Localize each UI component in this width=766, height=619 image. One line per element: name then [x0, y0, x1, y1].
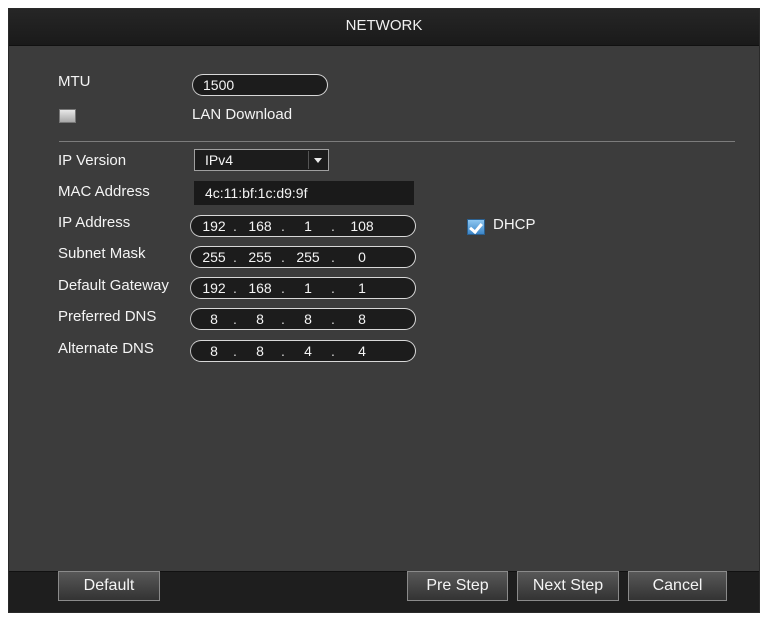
default-button[interactable]: Default	[58, 571, 160, 601]
subnet-mask-input[interactable]: 255 . 255 . 255 . 0	[190, 246, 416, 268]
lan-download-checkbox[interactable]	[59, 109, 76, 123]
default-gateway-octet-1[interactable]: 192	[199, 278, 229, 298]
lan-download-label: LAN Download	[192, 106, 293, 123]
alternate-dns-octet-1[interactable]: 8	[199, 341, 229, 361]
preferred-dns-octet-4[interactable]: 8	[347, 309, 377, 329]
default-gateway-octet-4[interactable]: 1	[347, 278, 377, 298]
octet-separator: .	[233, 280, 237, 296]
preferred-dns-octet-1[interactable]: 8	[199, 309, 229, 329]
default-gateway-octet-3[interactable]: 1	[293, 278, 323, 298]
subnet-mask-label: Subnet Mask	[58, 245, 146, 262]
subnet-mask-octet-2[interactable]: 255	[245, 247, 275, 267]
octet-separator: .	[331, 343, 335, 359]
ip-address-label: IP Address	[58, 214, 131, 231]
octet-separator: .	[331, 280, 335, 296]
dhcp-checkbox[interactable]	[467, 219, 485, 235]
octet-separator: .	[281, 218, 285, 234]
ip-address-octet-1[interactable]: 192	[199, 216, 229, 236]
mtu-label: MTU	[58, 73, 91, 90]
alternate-dns-octet-2[interactable]: 8	[245, 341, 275, 361]
dropdown-arrow-icon[interactable]	[308, 151, 327, 169]
network-dialog: NETWORK MTU 1500 LAN Download IP Version…	[8, 8, 760, 613]
ip-version-label: IP Version	[58, 152, 127, 169]
cancel-button[interactable]: Cancel	[628, 571, 727, 601]
mac-address-field: 4c:11:bf:1c:d9:9f	[194, 181, 414, 205]
octet-separator: .	[233, 249, 237, 265]
ip-version-select[interactable]: IPv4	[194, 149, 329, 171]
next-step-button[interactable]: Next Step	[517, 571, 619, 601]
octet-separator: .	[281, 311, 285, 327]
octet-separator: .	[233, 218, 237, 234]
section-divider	[59, 141, 735, 142]
octet-separator: .	[281, 249, 285, 265]
mtu-input[interactable]: 1500	[192, 74, 328, 96]
octet-separator: .	[233, 343, 237, 359]
ip-address-input[interactable]: 192 . 168 . 1 . 108	[190, 215, 416, 237]
octet-separator: .	[331, 249, 335, 265]
alternate-dns-octet-4[interactable]: 4	[347, 341, 377, 361]
octet-separator: .	[331, 218, 335, 234]
default-gateway-octet-2[interactable]: 168	[245, 278, 275, 298]
pre-step-button[interactable]: Pre Step	[407, 571, 508, 601]
ip-address-octet-3[interactable]: 1	[293, 216, 323, 236]
ip-version-value: IPv4	[205, 152, 234, 168]
dialog-title: NETWORK	[9, 9, 759, 46]
subnet-mask-octet-1[interactable]: 255	[199, 247, 229, 267]
default-gateway-label: Default Gateway	[58, 277, 169, 294]
octet-separator: .	[281, 280, 285, 296]
preferred-dns-octet-2[interactable]: 8	[245, 309, 275, 329]
alternate-dns-octet-3[interactable]: 4	[293, 341, 323, 361]
ip-address-octet-4[interactable]: 108	[347, 216, 377, 236]
preferred-dns-octet-3[interactable]: 8	[293, 309, 323, 329]
subnet-mask-octet-3[interactable]: 255	[293, 247, 323, 267]
ip-address-octet-2[interactable]: 168	[245, 216, 275, 236]
default-gateway-input[interactable]: 192 . 168 . 1 . 1	[190, 277, 416, 299]
octet-separator: .	[331, 311, 335, 327]
preferred-dns-input[interactable]: 8 . 8 . 8 . 8	[190, 308, 416, 330]
alternate-dns-input[interactable]: 8 . 8 . 4 . 4	[190, 340, 416, 362]
dhcp-label: DHCP	[493, 216, 536, 233]
mac-address-label: MAC Address	[58, 183, 150, 200]
preferred-dns-label: Preferred DNS	[58, 308, 157, 325]
octet-separator: .	[281, 343, 285, 359]
octet-separator: .	[233, 311, 237, 327]
alternate-dns-label: Alternate DNS	[58, 340, 154, 357]
subnet-mask-octet-4[interactable]: 0	[347, 247, 377, 267]
